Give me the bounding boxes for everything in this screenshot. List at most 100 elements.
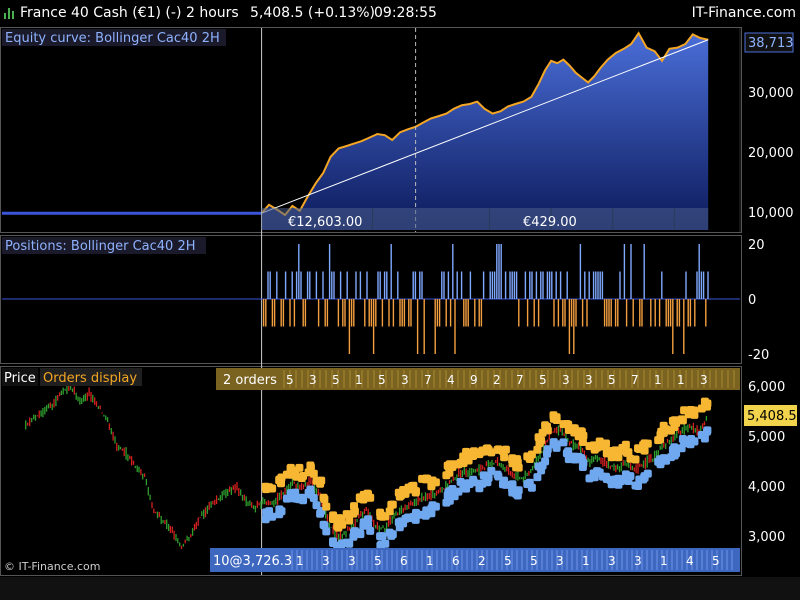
sell-order-marker [577, 427, 586, 436]
buy-order-marker [387, 531, 396, 540]
order-count-digit: 3 [348, 554, 356, 568]
buy-order-marker [378, 532, 387, 541]
sell-order-marker [525, 453, 534, 461]
sell-order-marker [411, 488, 420, 497]
order-count-digit: 3 [401, 373, 409, 387]
sell-order-marker [297, 474, 306, 482]
svg-text:38,713: 38,713 [748, 36, 794, 51]
sell-order-marker [598, 442, 607, 451]
order-count-digit: 2 [478, 554, 486, 568]
buy-order-marker [445, 496, 454, 505]
sell-order-marker [338, 520, 347, 529]
equity-annotation-1: €12,603.00 [288, 215, 362, 230]
positions-y-tick: -20 [748, 348, 769, 363]
order-count-digit: 9 [470, 373, 478, 387]
sell-order-marker [552, 413, 561, 422]
equity-last-value-tag: 38,713 [744, 32, 794, 53]
sell-order-marker [464, 456, 473, 465]
order-count-digit: 1 [296, 554, 304, 568]
buy-order-marker [614, 474, 623, 483]
price-panel-title: Price [4, 371, 36, 386]
order-count-digit: 5 [374, 554, 382, 568]
positions-y-tick: 20 [748, 238, 765, 253]
buy-order-marker [297, 493, 306, 502]
order-count-digit: 1 [582, 554, 590, 568]
buy-order-marker [448, 485, 457, 493]
order-count-digit: 3 [700, 373, 708, 387]
order-count-digit: 1 [426, 554, 434, 568]
sell-order-marker [387, 500, 396, 509]
order-count-digit: 7 [516, 373, 524, 387]
equity-y-tick: 20,000 [748, 146, 794, 161]
buy-order-marker [552, 443, 561, 452]
orders-first-trade-label: 10@3,726.3 [213, 554, 292, 569]
copyright-label: © IT-Finance.com [4, 560, 101, 573]
buy-order-marker [538, 461, 547, 470]
order-count-digit: 1 [355, 373, 363, 387]
buy-order-marker [381, 539, 390, 548]
sell-order-marker [538, 428, 547, 437]
price-last-value-tag: 5,408.5 [744, 405, 797, 426]
sell-order-marker [659, 428, 668, 437]
price-y-tick: 6,000 [748, 380, 785, 395]
sell-order-marker [322, 502, 331, 511]
order-count-digit: 5 [504, 554, 512, 568]
buy-order-marker [670, 443, 679, 452]
buy-order-marker [677, 444, 686, 453]
sell-order-marker [501, 445, 510, 454]
sell-order-marker [290, 466, 299, 475]
buy-order-marker [513, 489, 522, 498]
trading-chart[interactable]: €12,603.00 €429.00 10,000 20,000 30,000 20 0 -… [0, 0, 800, 600]
sell-order-marker [621, 440, 630, 449]
buy-order-marker [366, 526, 375, 535]
buy-order-marker [525, 480, 534, 489]
order-count-digit: 7 [424, 373, 432, 387]
order-count-digit: 3 [585, 373, 593, 387]
order-count-digit: 5 [378, 373, 386, 387]
orders-top-strip[interactable]: 2 orders 5 3 5 1 5 3 7 4 9 2 7 5 3 3 5 7 1 1 3 [216, 368, 740, 390]
price-y-tick: 3,000 [748, 530, 785, 545]
buy-order-marker [703, 427, 711, 436]
sell-order-marker [643, 439, 652, 448]
orders-count-label: 2 orders [223, 373, 277, 388]
sell-order-marker [624, 448, 633, 457]
order-count-digit: 5 [712, 554, 720, 568]
buy-order-marker [501, 480, 510, 489]
order-count-digit: 5 [539, 373, 547, 387]
sell-order-marker [442, 471, 451, 480]
sell-order-marker [533, 445, 542, 454]
order-count-digit: 4 [447, 373, 455, 387]
orders-display-label[interactable]: Orders display [43, 371, 137, 386]
sell-order-marker [640, 446, 649, 455]
order-count-digit: 3 [562, 373, 570, 387]
sell-order-marker [484, 445, 493, 454]
buy-order-marker [290, 489, 299, 498]
sell-order-marker [690, 410, 699, 419]
order-count-digit: 5 [530, 554, 538, 568]
price-y-tick: 5,000 [748, 430, 785, 445]
buy-order-marker [475, 484, 484, 493]
positions-y-tick: 0 [748, 293, 756, 308]
buy-order-marker [306, 490, 315, 499]
order-count-digit: 3 [608, 554, 616, 568]
sell-order-marker [500, 453, 509, 462]
buy-order-marker [559, 438, 568, 447]
order-count-digit: 5 [608, 373, 616, 387]
order-count-digit: 3 [309, 373, 317, 387]
sell-order-marker [350, 507, 359, 516]
order-count-digit: 6 [452, 554, 460, 568]
buy-order-marker [643, 469, 652, 478]
buy-order-marker [578, 463, 587, 471]
equity-panel-title: Equity curve: Bollinger Cac40 2H [5, 31, 220, 46]
equity-y-tick: 10,000 [748, 206, 794, 221]
buy-order-marker [533, 473, 542, 482]
sell-order-marker [513, 455, 522, 464]
order-count-digit: 1 [654, 373, 662, 387]
sell-order-marker [401, 489, 410, 498]
buy-order-marker [363, 517, 372, 526]
order-count-digit: 5 [332, 373, 340, 387]
sell-order-marker [703, 402, 711, 411]
sell-order-marker [475, 450, 484, 459]
orders-bottom-strip[interactable]: 10@3,726.3 1 3 3 5 6 1 6 2 5 5 3 1 3 3 1 4 5 [210, 548, 740, 572]
sell-order-marker [541, 421, 550, 430]
